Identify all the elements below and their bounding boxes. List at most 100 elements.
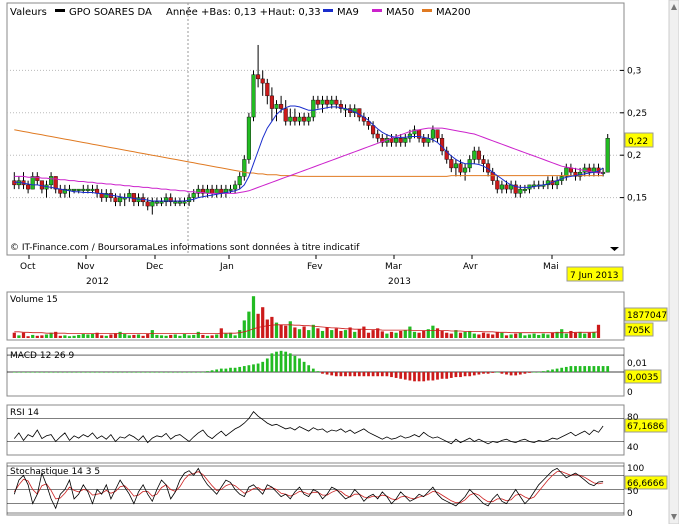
volume-bar bbox=[412, 331, 417, 338]
candle-body bbox=[430, 129, 435, 139]
volume-ma-value: 705K bbox=[627, 326, 651, 336]
macd-bar bbox=[49, 372, 53, 373]
candle-body bbox=[228, 188, 233, 191]
candle-body bbox=[85, 188, 90, 191]
macd-title: MACD 12 26 9 bbox=[10, 351, 74, 361]
macd-bar bbox=[459, 372, 462, 378]
volume-bar bbox=[394, 332, 398, 338]
macd-bar bbox=[325, 372, 329, 375]
price-last-value: 0,22 bbox=[628, 137, 648, 147]
volume-bar bbox=[532, 333, 536, 338]
macd-bar bbox=[58, 372, 62, 373]
volume-bar bbox=[104, 335, 108, 338]
volume-bar bbox=[31, 334, 35, 338]
macd-bar bbox=[238, 366, 242, 372]
macd-bar bbox=[592, 366, 596, 372]
volume-bar bbox=[578, 331, 582, 338]
volume-bar bbox=[302, 326, 306, 338]
volume-bar bbox=[261, 307, 265, 338]
volume-bar bbox=[265, 319, 269, 338]
volume-bar bbox=[256, 313, 260, 338]
macd-bar bbox=[72, 372, 76, 373]
legend-ma200: MA200 bbox=[436, 7, 471, 18]
volume-bar bbox=[67, 336, 72, 338]
legend-label: Valeurs bbox=[10, 7, 47, 18]
macd-bar bbox=[523, 372, 527, 374]
macd-bar bbox=[353, 372, 357, 377]
macd-last-value: 0,0035 bbox=[627, 373, 659, 383]
macd-bar bbox=[362, 372, 366, 377]
volume-bar bbox=[445, 332, 449, 338]
candle-body bbox=[334, 99, 339, 105]
candle-body bbox=[325, 99, 330, 105]
price-tick-label: 0,25 bbox=[627, 109, 647, 119]
macd-bar bbox=[54, 372, 58, 373]
volume-bar bbox=[86, 334, 90, 338]
volume-bar bbox=[435, 328, 440, 338]
volume-bar bbox=[343, 330, 348, 338]
volume-bar bbox=[215, 334, 219, 338]
candle-body bbox=[90, 188, 95, 191]
candle-body bbox=[265, 82, 270, 97]
macd-bar bbox=[178, 372, 182, 373]
candle-body bbox=[233, 184, 238, 190]
macd-bar bbox=[311, 368, 315, 372]
volume-bar bbox=[155, 334, 159, 338]
month-label: Fev bbox=[307, 262, 323, 272]
macd-bar bbox=[275, 351, 278, 372]
volume-bar bbox=[187, 335, 191, 338]
chart-svg: 0,3 0,25 0,2 0,15 Valeurs GPO SOARES DA Ann… bbox=[0, 0, 679, 524]
macd-bar bbox=[380, 372, 384, 377]
year-label: 2012 bbox=[86, 277, 109, 287]
candle-body bbox=[283, 108, 288, 122]
volume-bar bbox=[389, 331, 394, 338]
volume-bar bbox=[564, 333, 568, 338]
volume-bar bbox=[26, 336, 30, 338]
candle-body bbox=[159, 201, 164, 204]
volume-bar bbox=[491, 334, 495, 338]
candle-body bbox=[279, 104, 284, 109]
volume-bar bbox=[164, 335, 168, 338]
macd-bar bbox=[210, 370, 214, 372]
volume-bar bbox=[330, 330, 334, 338]
legend-name: GPO SOARES DA bbox=[69, 7, 152, 18]
candle-body bbox=[292, 116, 297, 122]
candle-body bbox=[72, 188, 77, 191]
volume-bar bbox=[238, 330, 242, 338]
volume-bar bbox=[40, 335, 44, 338]
volume-bar bbox=[481, 332, 486, 338]
macd-bar bbox=[150, 372, 154, 373]
macd-bar bbox=[426, 372, 430, 381]
volume-bar bbox=[458, 332, 463, 338]
macd-bar bbox=[390, 372, 393, 378]
legend-swatch-price bbox=[55, 9, 65, 12]
candle-body bbox=[440, 138, 445, 152]
macd-bar bbox=[155, 372, 159, 373]
rsi-panel bbox=[6, 404, 625, 456]
volume-bar bbox=[472, 333, 476, 338]
volume-bar bbox=[380, 331, 384, 338]
volume-bar bbox=[592, 331, 596, 338]
volume-bar bbox=[205, 335, 210, 338]
candle-body bbox=[39, 180, 44, 190]
macd-bar bbox=[357, 372, 361, 377]
volume-bar bbox=[583, 333, 587, 338]
macd-bar bbox=[449, 372, 453, 378]
macd-bar bbox=[348, 372, 352, 377]
vertical-scrollbar[interactable] bbox=[668, 0, 679, 524]
macd-bar bbox=[495, 372, 499, 373]
macd-bar bbox=[31, 372, 35, 373]
price-panel bbox=[6, 2, 625, 256]
macd-bar bbox=[316, 371, 320, 372]
macd-bar bbox=[293, 355, 297, 372]
volume-bar bbox=[81, 334, 85, 338]
macd-bar bbox=[606, 366, 610, 372]
macd-bar bbox=[472, 372, 476, 376]
month-label: Nov bbox=[77, 262, 95, 272]
candle-body bbox=[481, 159, 486, 164]
macd-bar bbox=[551, 369, 554, 372]
macd-bar bbox=[252, 364, 255, 372]
candle-body bbox=[113, 197, 118, 203]
macd-bar bbox=[486, 372, 490, 374]
macd-bar bbox=[541, 371, 545, 372]
